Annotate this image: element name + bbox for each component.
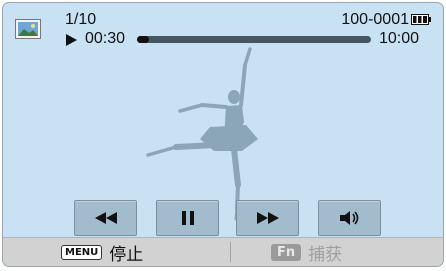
menu-stop-softkey[interactable]: MENU 停止: [61, 238, 143, 266]
fast-forward-icon: [256, 212, 279, 224]
pause-icon: [181, 211, 194, 225]
fast-forward-button[interactable]: [236, 200, 299, 236]
file-number: 100-0001: [341, 11, 409, 28]
video-player-screen: 1/10 100-0001 00:30 10:00 MENU 停止 Fn 捕获: [2, 2, 444, 267]
total-time: 10:00: [378, 30, 419, 47]
ballerina-silhouette: [146, 47, 258, 221]
rewind-button[interactable]: [74, 200, 137, 236]
volume-button[interactable]: [318, 200, 381, 236]
image-counter: 1/10: [65, 11, 97, 28]
rewind-icon: [94, 212, 117, 224]
progress-bar[interactable]: [137, 36, 371, 43]
stop-label: 停止: [109, 244, 144, 265]
volume-icon: [339, 211, 358, 225]
menu-key: MENU: [61, 244, 103, 260]
progress-fill: [137, 36, 149, 43]
softkey-divider: [230, 242, 231, 262]
battery-full-icon: [411, 14, 431, 25]
fn-key: Fn: [271, 243, 302, 261]
capture-label: 捕获: [308, 244, 343, 265]
image-thumbnail-icon: [15, 19, 41, 39]
pause-button[interactable]: [156, 200, 219, 236]
fn-capture-softkey[interactable]: Fn 捕获: [271, 238, 342, 266]
soft-key-bar: MENU 停止 Fn 捕获: [3, 237, 443, 266]
elapsed-time: 00:30: [85, 30, 126, 47]
play-icon: [66, 34, 77, 46]
